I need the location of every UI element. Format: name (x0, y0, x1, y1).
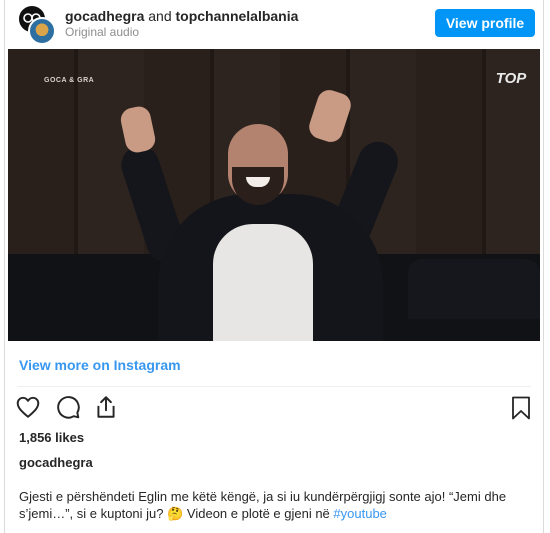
hashtag-link[interactable]: #youtube (333, 506, 387, 521)
and-text: and (148, 8, 172, 24)
caption-username[interactable]: gocadhegra (19, 455, 93, 470)
instagram-embed-card: gocadhegra and topchannelalbania Origina… (4, 0, 544, 533)
bookmark-icon[interactable] (509, 395, 533, 421)
divider (17, 386, 531, 387)
view-more-link[interactable]: View more on Instagram (19, 357, 181, 373)
avatar-topchannelalbania[interactable] (28, 17, 56, 45)
media-shirt (213, 224, 313, 341)
avatar-group[interactable] (17, 4, 57, 45)
watermark-goca-gra: GOCA & GRA (44, 77, 95, 84)
media-sofa-back (408, 259, 540, 319)
caption-text: Gjesti e përshëndeti Eglin me këtë këngë… (19, 488, 531, 522)
post-header: gocadhegra and topchannelalbania Origina… (5, 0, 543, 48)
comment-icon[interactable] (55, 394, 81, 420)
share-icon[interactable] (93, 394, 119, 420)
watermark-top-channel: TOP (495, 69, 527, 87)
view-profile-button[interactable]: View profile (435, 9, 535, 37)
heart-icon[interactable] (15, 394, 41, 420)
audio-label[interactable]: Original audio (65, 25, 139, 39)
secondary-account-link[interactable]: topchannelalbania (176, 8, 299, 24)
primary-account-link[interactable]: gocadhegra (65, 8, 144, 24)
post-media[interactable]: GOCA & GRA TOP (8, 49, 540, 341)
likes-count[interactable]: 1,856 likes (19, 430, 84, 445)
caption-body: Gjesti e përshëndeti Eglin me këtë këngë… (19, 489, 507, 521)
account-names: gocadhegra and topchannelalbania (65, 7, 298, 25)
